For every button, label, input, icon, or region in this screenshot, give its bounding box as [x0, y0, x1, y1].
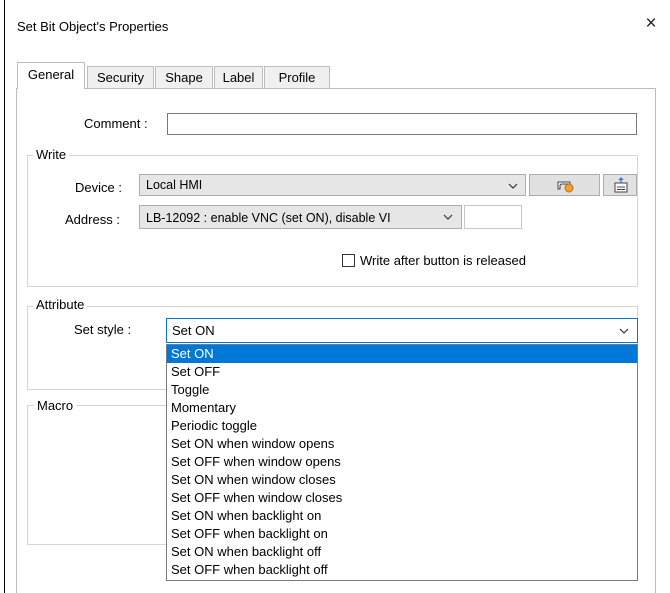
dialog-title: Set Bit Object's Properties — [17, 19, 169, 34]
dropdown-option[interactable]: Set ON when backlight on — [167, 507, 637, 525]
address-book-icon — [614, 177, 628, 193]
tab-shape[interactable]: Shape — [155, 66, 213, 88]
device-settings-button[interactable] — [529, 174, 600, 196]
device-select[interactable]: Local HMI — [139, 174, 526, 196]
comment-label: Comment : — [84, 116, 148, 131]
dropdown-option[interactable]: Set ON — [167, 345, 637, 363]
dropdown-option[interactable]: Periodic toggle — [167, 417, 637, 435]
tab-general[interactable]: General — [17, 62, 85, 89]
window-edge — [4, 0, 5, 593]
dropdown-option[interactable]: Set OFF when window closes — [167, 489, 637, 507]
tab-security[interactable]: Security — [87, 66, 154, 88]
chevron-down-icon — [443, 214, 453, 220]
tab-profile[interactable]: Profile — [264, 66, 330, 88]
address-book-button[interactable] — [603, 174, 637, 196]
tab-label[interactable]: Label — [214, 66, 263, 88]
set-style-dropdown-list: Set ON Set OFF Toggle Momentary Periodic… — [166, 344, 638, 581]
set-style-select[interactable]: Set ON — [166, 318, 638, 343]
comment-input[interactable] — [167, 113, 637, 135]
device-label: Device : — [75, 180, 122, 195]
set-style-value: Set ON — [172, 323, 215, 338]
attribute-group-title: Attribute — [33, 297, 88, 312]
macro-group-title: Macro — [34, 398, 77, 413]
dropdown-option[interactable]: Set ON when backlight off — [167, 543, 637, 561]
address-select-value: LB-12092 : enable VNC (set ON), disable … — [146, 211, 391, 225]
dropdown-option[interactable]: Set ON when window opens — [167, 435, 637, 453]
device-settings-icon — [557, 181, 574, 193]
dropdown-option[interactable]: Set ON when window closes — [167, 471, 637, 489]
dropdown-option[interactable]: Set OFF when backlight on — [167, 525, 637, 543]
write-after-release-label[interactable]: Write after button is released — [360, 253, 526, 268]
dropdown-option[interactable]: Set OFF when backlight off — [167, 561, 637, 579]
dropdown-option[interactable]: Set OFF — [167, 363, 637, 381]
dropdown-option[interactable]: Momentary — [167, 399, 637, 417]
close-icon[interactable]: × — [642, 14, 660, 34]
address-select[interactable]: LB-12092 : enable VNC (set ON), disable … — [139, 205, 462, 229]
device-select-value: Local HMI — [146, 178, 203, 192]
write-group-title: Write — [33, 147, 70, 162]
dropdown-option[interactable]: Set OFF when window opens — [167, 453, 637, 471]
chevron-down-icon — [619, 328, 629, 334]
chevron-down-icon — [508, 183, 518, 189]
set-style-label: Set style : — [74, 322, 132, 337]
dropdown-option[interactable]: Toggle — [167, 381, 637, 399]
address-label: Address : — [65, 212, 120, 227]
address-index-input[interactable] — [464, 205, 522, 229]
write-after-release-checkbox[interactable] — [342, 254, 355, 267]
